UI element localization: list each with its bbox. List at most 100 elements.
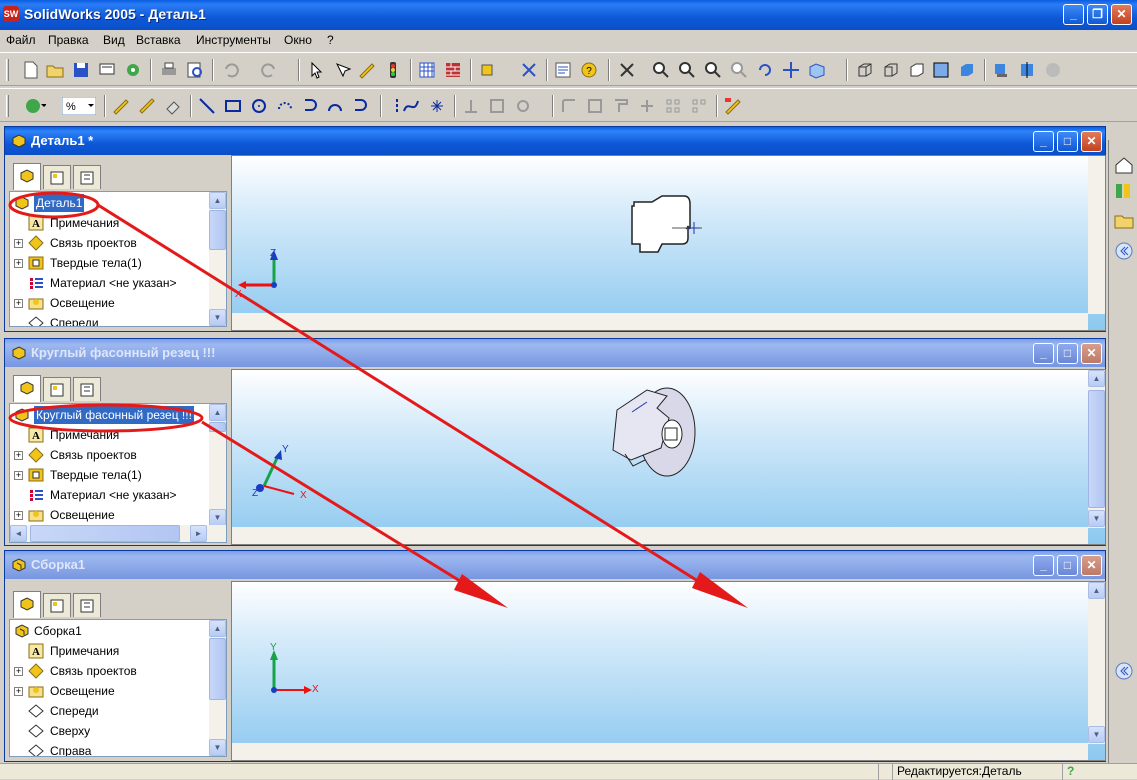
toolbar-grip[interactable] bbox=[6, 59, 9, 81]
tree-item[interactable]: Спереди bbox=[14, 314, 204, 326]
close-icon[interactable]: ✕ bbox=[1081, 131, 1102, 152]
scroll-up-icon[interactable]: ▲ bbox=[209, 404, 226, 421]
feature-manager-icon[interactable] bbox=[24, 97, 46, 115]
extend-icon[interactable] bbox=[638, 97, 656, 115]
tab-feature-manager[interactable] bbox=[13, 163, 41, 190]
scroll-thumb[interactable] bbox=[209, 422, 226, 432]
section-view-icon[interactable] bbox=[1018, 61, 1036, 79]
expand-icon[interactable]: + bbox=[14, 667, 23, 676]
shaded-edges-icon[interactable] bbox=[932, 61, 950, 79]
tree-item[interactable]: Справа bbox=[14, 742, 204, 756]
tree-item[interactable]: Спереди bbox=[14, 702, 204, 721]
tree-item[interactable]: Круглый фасонный резец !!! bbox=[14, 406, 204, 425]
add-relation-icon[interactable] bbox=[462, 97, 480, 115]
tree-item[interactable]: + Освещение bbox=[14, 294, 204, 313]
file-explorer-icon[interactable] bbox=[1113, 210, 1135, 232]
open-icon[interactable] bbox=[46, 61, 64, 79]
display-relations-icon[interactable] bbox=[488, 97, 506, 115]
collapse-pane-icon[interactable] bbox=[1113, 660, 1135, 682]
3point-arc-icon[interactable] bbox=[326, 97, 344, 115]
window-title-bar[interactable]: Круглый фасонный резец !!! _ □ ✕ bbox=[5, 339, 1105, 367]
mate-icon[interactable] bbox=[520, 61, 538, 79]
scroll-thumb[interactable] bbox=[209, 638, 226, 700]
expand-icon[interactable]: + bbox=[14, 239, 23, 248]
tree-item[interactable]: A Примечания bbox=[14, 426, 204, 445]
hidden-lines-removed-icon[interactable] bbox=[908, 61, 926, 79]
maximize-icon[interactable]: □ bbox=[1057, 343, 1078, 364]
zoom-area-icon[interactable] bbox=[678, 61, 696, 79]
viewport-horizontal-scrollbar[interactable] bbox=[232, 743, 1088, 760]
expand-icon[interactable]: + bbox=[14, 511, 23, 520]
tab-configuration-manager[interactable] bbox=[73, 593, 101, 617]
blocks-icon[interactable] bbox=[724, 97, 742, 115]
scroll-down-icon[interactable]: ▼ bbox=[209, 309, 226, 326]
snap-icon[interactable]: % bbox=[62, 97, 96, 115]
arc-icon[interactable] bbox=[352, 97, 370, 115]
status-help-icon[interactable]: ? bbox=[1062, 764, 1137, 780]
new-icon[interactable] bbox=[22, 61, 40, 79]
tree-item[interactable]: + Твердые тела(1) bbox=[14, 466, 204, 485]
grid-icon[interactable] bbox=[418, 61, 436, 79]
viewport-vertical-scrollbar[interactable] bbox=[1088, 156, 1105, 314]
tree-item[interactable]: Сборка1 bbox=[14, 622, 204, 641]
menu-window[interactable]: Окно bbox=[284, 33, 312, 47]
tab-configuration-manager[interactable] bbox=[73, 165, 101, 189]
tree-item[interactable]: + Связь проектов bbox=[14, 446, 204, 465]
tab-feature-manager[interactable] bbox=[13, 375, 41, 402]
standard-views-icon[interactable] bbox=[808, 61, 826, 79]
menu-edit[interactable]: Правка bbox=[48, 33, 89, 47]
circle-icon[interactable] bbox=[250, 97, 268, 115]
tree-item[interactable]: Деталь1 bbox=[14, 194, 204, 213]
menu-file[interactable]: Файл bbox=[6, 33, 36, 47]
redo-icon[interactable] bbox=[260, 61, 278, 79]
save-icon[interactable] bbox=[72, 61, 90, 79]
offset-icon[interactable] bbox=[586, 97, 604, 115]
minimize-icon[interactable]: _ bbox=[1033, 555, 1054, 576]
minimize-icon[interactable]: _ bbox=[1033, 343, 1054, 364]
tree-item[interactable]: + Твердые тела(1) bbox=[14, 254, 204, 273]
smart-dimension-icon[interactable] bbox=[138, 97, 156, 115]
design-library-icon[interactable] bbox=[1113, 180, 1135, 202]
tree-item[interactable]: + Освещение bbox=[14, 506, 204, 525]
viewport-vertical-scrollbar[interactable]: ▲ ▼ bbox=[1088, 582, 1105, 744]
tree-item[interactable]: + Освещение bbox=[14, 682, 204, 701]
zoom-fit-icon[interactable] bbox=[652, 61, 670, 79]
expand-icon[interactable]: + bbox=[14, 259, 23, 268]
window-title-bar[interactable]: Сборка1 _ □ ✕ bbox=[5, 551, 1105, 579]
tree-item[interactable]: Материал <не указан> bbox=[14, 274, 204, 293]
shaded-icon[interactable] bbox=[958, 61, 976, 79]
scroll-right-icon[interactable]: ► bbox=[190, 525, 207, 542]
tangent-arc-icon[interactable] bbox=[302, 97, 320, 115]
print-preview-icon[interactable] bbox=[98, 61, 116, 79]
properties-icon[interactable] bbox=[554, 61, 572, 79]
minimize-icon[interactable]: _ bbox=[1063, 4, 1084, 25]
tree-vertical-scrollbar[interactable]: ▲ ▼ bbox=[209, 620, 226, 756]
scroll-thumb[interactable] bbox=[1088, 390, 1105, 508]
view-orientation-icon[interactable] bbox=[618, 61, 636, 79]
select-icon[interactable] bbox=[308, 61, 326, 79]
restore-icon[interactable]: ❐ bbox=[1087, 4, 1108, 25]
zoom-selection-icon[interactable] bbox=[730, 61, 748, 79]
select-other-icon[interactable] bbox=[334, 61, 352, 79]
tab-configuration-manager[interactable] bbox=[73, 377, 101, 401]
tree-item[interactable]: + Связь проектов bbox=[14, 662, 204, 681]
tree-vertical-scrollbar[interactable]: ▲ ▼ bbox=[209, 404, 226, 526]
close-icon[interactable]: ✕ bbox=[1081, 343, 1102, 364]
options-icon[interactable] bbox=[124, 61, 142, 79]
scroll-up-icon[interactable]: ▲ bbox=[1088, 370, 1105, 387]
wireframe-icon[interactable] bbox=[856, 61, 874, 79]
component-icon[interactable] bbox=[480, 61, 498, 79]
rectangle-icon[interactable] bbox=[224, 97, 242, 115]
shadow-icon[interactable] bbox=[992, 61, 1010, 79]
collapse-pane-icon[interactable] bbox=[1113, 240, 1135, 262]
trim-icon[interactable] bbox=[612, 97, 630, 115]
expand-icon[interactable]: + bbox=[14, 451, 23, 460]
line-icon[interactable] bbox=[198, 97, 216, 115]
sketch-icon[interactable] bbox=[358, 61, 376, 79]
tab-property-manager[interactable] bbox=[43, 593, 71, 617]
tree-vertical-scrollbar[interactable]: ▲ ▼ bbox=[209, 192, 226, 326]
viewport-horizontal-scrollbar[interactable] bbox=[232, 527, 1088, 544]
maximize-icon[interactable]: □ bbox=[1057, 131, 1078, 152]
zoom-preview-icon[interactable] bbox=[186, 61, 204, 79]
tree-item[interactable]: A Примечания bbox=[14, 642, 204, 661]
